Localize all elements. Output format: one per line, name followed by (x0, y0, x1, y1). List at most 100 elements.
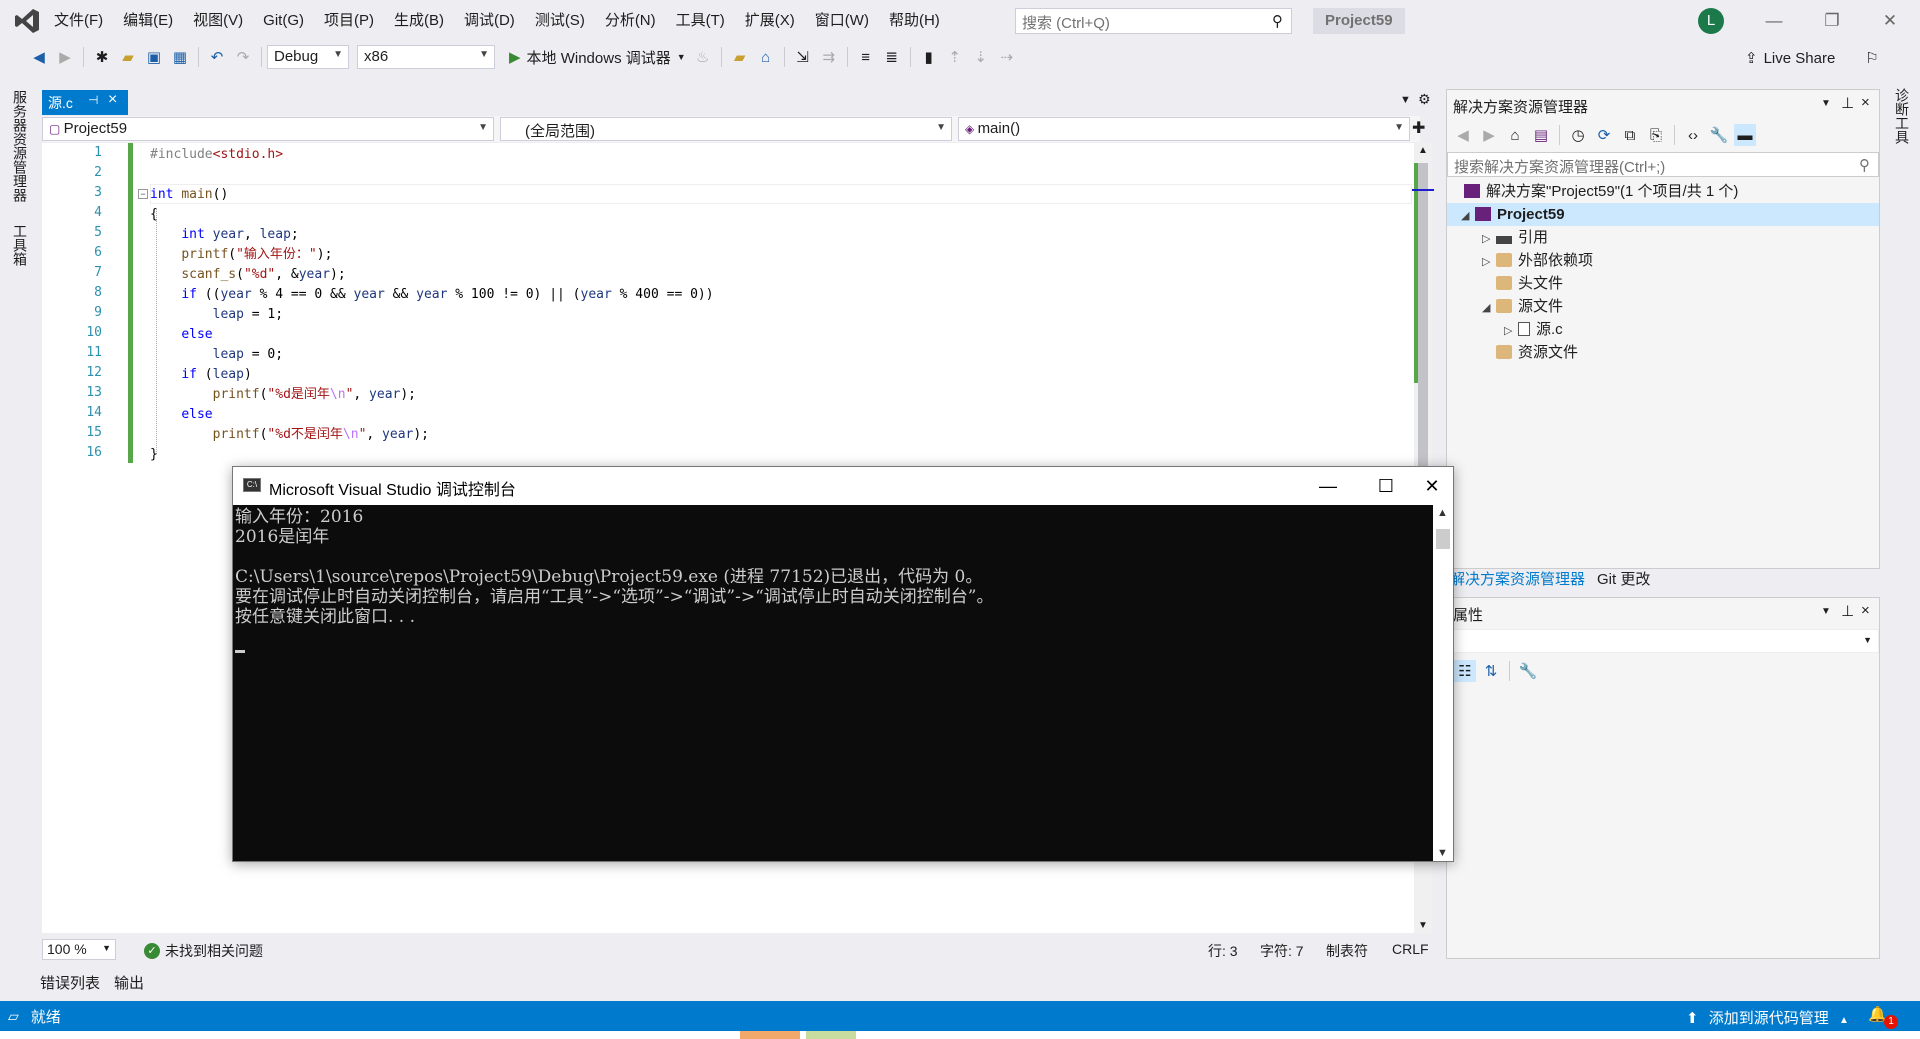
document-tab-source[interactable]: 源.c ⊣ × (42, 90, 128, 115)
console-close-button[interactable]: ✕ (1409, 471, 1455, 501)
configuration-select[interactable]: Debug ▼ (267, 45, 349, 69)
new-project-icon[interactable]: ✱ (91, 46, 113, 68)
pin-icon[interactable]: ⊥ (1841, 94, 1854, 112)
tab-list-chevron-icon[interactable]: ▼ (1400, 94, 1411, 106)
home-icon[interactable]: ⌂ (1504, 124, 1526, 146)
menu-help[interactable]: 帮助(H) (879, 0, 950, 42)
pin-icon[interactable]: ⊣ (88, 93, 98, 107)
scroll-down-icon[interactable]: ▼ (1418, 920, 1428, 931)
tab-output[interactable]: 输出 (114, 972, 144, 993)
pin-icon[interactable]: ⊥ (1841, 602, 1854, 620)
start-debugging-button[interactable]: ▶ 本地 Windows 调试器 ▼ (509, 45, 686, 69)
view-code-icon[interactable]: ‹› (1682, 124, 1704, 146)
tabs-mode[interactable]: 制表符 (1326, 941, 1368, 961)
sync-icon[interactable]: ⟳ (1593, 124, 1615, 146)
feedback-icon[interactable]: ⚐ (1865, 49, 1878, 67)
categorized-icon[interactable]: ☷ (1454, 660, 1476, 682)
navigate-back-icon[interactable]: ◀ (28, 46, 50, 68)
scrollbar-thumb[interactable] (1418, 163, 1428, 503)
menu-extensions[interactable]: 扩展(X) (735, 0, 805, 42)
collapsed-caret-icon[interactable]: ▷ (1482, 251, 1496, 274)
gear-icon[interactable]: ⚙ (1418, 91, 1431, 108)
minimize-button[interactable]: — (1752, 6, 1796, 36)
menu-edit[interactable]: 编辑(E) (113, 0, 183, 42)
cursor-col[interactable]: 字符: 7 (1260, 941, 1304, 961)
scrollbar-thumb[interactable] (1436, 529, 1450, 549)
menu-git[interactable]: Git(G) (253, 0, 314, 42)
solution-search-input[interactable]: 搜索解决方案资源管理器(Ctrl+;) ⚲ (1447, 152, 1879, 177)
menu-file[interactable]: 文件(F) (44, 0, 113, 42)
issues-indicator[interactable]: ✓ 未找到相关问题 (144, 941, 263, 961)
nav-scope-select[interactable]: (全局范围) ▼ (500, 117, 952, 141)
step-into-icon[interactable]: ⇲ (792, 46, 814, 68)
save-icon[interactable]: ▣ (143, 46, 165, 68)
navigate-forward-icon[interactable]: ▶ (54, 46, 76, 68)
tree-source-files-node[interactable]: ◢ 源文件 (1482, 295, 1563, 318)
console-title-bar[interactable]: C:\ Microsoft Visual Studio 调试控制台 — ☐ ✕ (233, 467, 1453, 505)
collapsed-caret-icon[interactable]: ▷ (1504, 320, 1518, 343)
nav-function-select[interactable]: ◈ main() ▼ (958, 117, 1410, 141)
menu-build[interactable]: 生成(B) (384, 0, 454, 42)
global-search-input[interactable]: 搜索 (Ctrl+Q) ⚲ (1015, 8, 1292, 34)
tab-solution-explorer[interactable]: 解决方案资源管理器 (1450, 568, 1585, 589)
toolbox-tab[interactable]: 工具箱 (10, 224, 30, 266)
console-output[interactable]: 输入年份：2016 2016是闰年 C:\Users\1\source\repo… (233, 505, 1433, 861)
collapse-toggle-icon[interactable]: − (138, 189, 148, 199)
nav-project-select[interactable]: ▢ Project59 ▼ (42, 117, 494, 141)
collapsed-caret-icon[interactable]: ▷ (1482, 228, 1496, 251)
menu-debug[interactable]: 调试(D) (454, 0, 525, 42)
back-icon[interactable]: ◀ (1452, 124, 1474, 146)
clear-bookmarks-icon[interactable]: ⇢ (996, 46, 1018, 68)
preview-selected-icon[interactable]: ▬ (1734, 124, 1756, 146)
add-to-source-control-button[interactable]: ⬆ 添加到源代码管理 ▲ (1686, 1007, 1849, 1028)
menu-project[interactable]: 项目(P) (314, 0, 384, 42)
menu-view[interactable]: 视图(V) (183, 0, 253, 42)
chevron-down-icon[interactable]: ▼ (1821, 98, 1831, 109)
debug-console-window[interactable]: C:\ Microsoft Visual Studio 调试控制台 — ☐ ✕ … (232, 466, 1454, 862)
switch-views-icon[interactable]: ▤ (1530, 124, 1552, 146)
outdent-icon[interactable]: ≣ (881, 46, 903, 68)
properties-wrench-icon[interactable]: 🔧 (1708, 124, 1730, 146)
close-icon[interactable]: × (1861, 602, 1870, 619)
expanded-caret-icon[interactable]: ◢ (1461, 205, 1475, 228)
prev-bookmark-icon[interactable]: ⇡ (944, 46, 966, 68)
menu-window[interactable]: 窗口(W) (805, 0, 879, 42)
property-pages-wrench-icon[interactable]: 🔧 (1517, 660, 1539, 682)
expanded-caret-icon[interactable]: ◢ (1482, 297, 1496, 320)
diagnostic-tools-tab[interactable]: 诊断工具 (1892, 88, 1912, 144)
close-button[interactable]: ✕ (1868, 6, 1912, 36)
tree-header-files-node[interactable]: 头文件 (1496, 272, 1563, 295)
save-all-icon[interactable]: ▦ (169, 46, 191, 68)
tab-error-list[interactable]: 错误列表 (40, 972, 100, 993)
zoom-select[interactable]: 100 % ▼ (42, 939, 116, 960)
tree-source-file-node[interactable]: ▷ 源.c (1504, 318, 1563, 341)
chevron-down-icon[interactable]: ▼ (1821, 606, 1831, 617)
home-icon[interactable]: ⌂ (755, 46, 777, 68)
browse-folder-icon[interactable]: ▰ (729, 46, 751, 68)
menu-analyze[interactable]: 分析(N) (595, 0, 666, 42)
console-maximize-button[interactable]: ☐ (1363, 471, 1409, 501)
menu-tools[interactable]: 工具(T) (666, 0, 735, 42)
step-over-icon[interactable]: ⇉ (818, 46, 840, 68)
menu-test[interactable]: 测试(S) (525, 0, 595, 42)
alphabetical-icon[interactable]: ⇅ (1480, 660, 1502, 682)
split-window-icon[interactable]: ✚ (1412, 118, 1425, 138)
server-explorer-tab[interactable]: 服务器资源管理器 (10, 90, 30, 202)
indent-icon[interactable]: ≡ (855, 46, 877, 68)
output-window-icon[interactable]: ▱ (8, 1008, 19, 1025)
forward-icon[interactable]: ▶ (1478, 124, 1500, 146)
close-icon[interactable]: × (1861, 94, 1870, 111)
platform-select[interactable]: x86 ▼ (357, 45, 495, 69)
hot-reload-icon[interactable]: ♨ (692, 46, 714, 68)
line-ending[interactable]: CRLF (1392, 941, 1429, 957)
tree-references-node[interactable]: ▷ 引用 (1482, 226, 1548, 249)
restore-button[interactable]: ❐ (1810, 6, 1854, 36)
cursor-row[interactable]: 行: 3 (1208, 941, 1238, 961)
redo-icon[interactable]: ↷ (232, 46, 254, 68)
undo-icon[interactable]: ↶ (206, 46, 228, 68)
tree-solution-node[interactable]: 解决方案"Project59"(1 个项目/共 1 个) (1464, 180, 1738, 203)
next-bookmark-icon[interactable]: ⇣ (970, 46, 992, 68)
tab-git-changes[interactable]: Git 更改 (1597, 568, 1650, 589)
console-minimize-button[interactable]: — (1305, 471, 1351, 501)
bookmark-icon[interactable]: ▮ (918, 46, 940, 68)
